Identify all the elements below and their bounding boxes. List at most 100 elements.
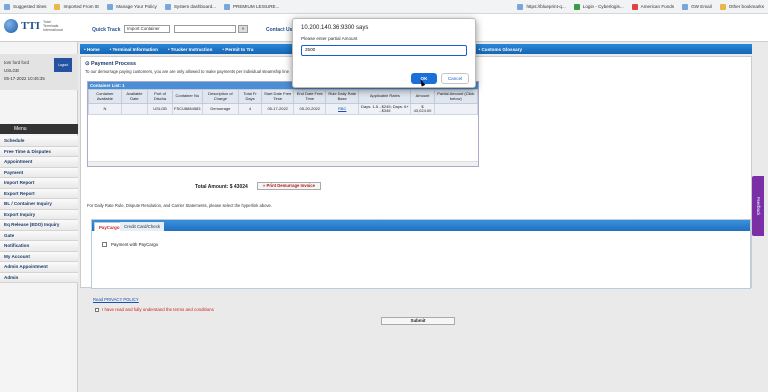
bookmark-blueprint[interactable]: https://blueprint-q... — [517, 3, 566, 10]
table-header-row: Container Available Available Date Port … — [88, 89, 478, 104]
bookmark-cyberlogistics[interactable]: Login - Cyberlogis... — [573, 3, 624, 10]
bookmark-premium-leisure[interactable]: PREMIUM LEISURE... — [223, 3, 280, 10]
nav-home[interactable]: • Home — [84, 47, 100, 52]
dialog-title: 10.200.140.36:9300 says — [301, 25, 369, 31]
cell-container-no: FSCU8884583 — [172, 103, 203, 115]
container-list: Container List: 1 Container Available Av… — [87, 81, 479, 167]
sidebar-item-free-time-disputes[interactable]: Free Time & Disputes — [0, 146, 78, 157]
nav-label: Permit to Tra — [225, 46, 254, 52]
tab-credit-card[interactable]: Credit Card/Check — [120, 222, 165, 231]
nav-permit[interactable]: • Permit to Tra — [222, 47, 253, 52]
col-rule-rate: Rule Daily Rate Base — [325, 89, 360, 104]
cell-partial-amount[interactable] — [433, 103, 478, 115]
sidebar-item-gate[interactable]: Gate — [0, 230, 78, 241]
sidebar-menu: Schedule Free Time & Disputes Appointmen… — [0, 136, 78, 283]
sidebar-item-import-report[interactable]: Import Report — [0, 178, 78, 189]
sidebar-item-payment[interactable]: Payment — [0, 167, 78, 178]
terms-agreement[interactable]: I have read and fully understand the ter… — [95, 307, 214, 312]
paycargo-option[interactable]: Payment with PayCargo — [102, 242, 158, 247]
bookmark-imported-from-ie[interactable]: Imported From IE — [54, 3, 99, 10]
sidebar-item-bl-container-inquiry[interactable]: BL / Container Inquiry — [0, 199, 78, 210]
bookmark-label: American Funds — [640, 4, 675, 9]
sidebar-item-my-account[interactable]: My Account — [0, 251, 78, 262]
col-partial-amount: Partial Amount (Click below) — [433, 89, 478, 104]
bookmark-label: PREMIUM LEISURE... — [232, 4, 280, 9]
bookmark-label: Login - Cyberlogis... — [582, 4, 624, 9]
prompt-dialog: 10.200.140.36:9300 says Please enter par… — [292, 18, 476, 88]
user-login-time: 05-17-2022 10:45:35 — [4, 76, 45, 81]
sidebar-item-export-inquiry[interactable]: Export Inquiry — [0, 209, 78, 220]
cell-available-date — [120, 103, 149, 115]
col-start-date: Start Date Free Time — [260, 89, 295, 104]
print-invoice-button[interactable]: » Print Demurrage Invoice — [257, 182, 321, 190]
sidebar-item-export-report[interactable]: Export Report — [0, 188, 78, 199]
col-applicable-rates: Applicable Rates — [358, 89, 412, 104]
folder-icon — [719, 3, 726, 10]
cell-rule-rate-link[interactable]: RBC — [325, 103, 360, 115]
terms-label: I have read and fully understand the ter… — [102, 307, 214, 312]
bookmark-label: Manage Your Policy — [116, 4, 157, 9]
bookmark-icon — [682, 3, 689, 10]
sidebar-item-notification[interactable]: Notification — [0, 241, 78, 252]
nav-customs-glossary[interactable]: • Customs Glossary — [479, 47, 522, 52]
paycargo-label: Payment with PayCargo — [111, 242, 159, 247]
bookmark-gw-email[interactable]: GW Email — [682, 3, 712, 10]
user-info: tom ford ford USLGB 05-17-2022 10:45:35 … — [0, 54, 78, 90]
bookmark-icon — [164, 3, 171, 10]
cancel-button[interactable]: Cancel — [441, 73, 469, 84]
sidebar-item-admin-appointment[interactable]: Admin Appointment — [0, 262, 78, 273]
nav-label: Customs Glossary — [481, 46, 523, 52]
bookmark-label: System dashboard... — [173, 4, 216, 9]
bookmark-system-dashboard[interactable]: System dashboard... — [164, 3, 216, 10]
cell-start-date: 05-17-2022 — [260, 103, 295, 115]
horizontal-scrollbar[interactable] — [88, 161, 478, 166]
quick-track-label: Quick Track — [92, 27, 121, 33]
nav-terminal-information[interactable]: • Terminal Information — [110, 47, 158, 52]
partial-amount-input[interactable]: 2500 — [301, 45, 467, 56]
privacy-policy-link[interactable]: Read PRIVACY POLICY — [93, 297, 139, 302]
paycargo-checkbox[interactable] — [102, 242, 107, 247]
bookmark-other[interactable]: Other bookmarks — [719, 3, 764, 10]
bookmark-label: Other bookmarks — [728, 4, 764, 9]
col-container-no: Container No — [172, 89, 203, 104]
sidebar-item-schedule[interactable]: Schedule — [0, 136, 78, 147]
sidebar-item-appointment[interactable]: Appointment — [0, 157, 78, 168]
cell-applicable-rates: Days: 1-5 - $245; Days: 6+ - $345 — [358, 103, 412, 115]
terms-checkbox[interactable] — [95, 307, 99, 312]
print-invoice-label: Print Demurrage Invoice — [266, 183, 315, 188]
nav-trucker-instruction[interactable]: • Trucker Instruction — [168, 47, 213, 52]
dialog-message: Please enter partial Amount — [301, 36, 358, 41]
payment-content: ⊙ Payment Process To our demurrage payin… — [80, 56, 752, 325]
quick-track-go-button[interactable]: » — [238, 25, 248, 33]
feedback-tab[interactable]: Feedback — [752, 176, 764, 236]
cell-amount: $ 43,024.00 — [410, 103, 435, 115]
cell-description: Demurrage — [201, 103, 240, 115]
logout-button[interactable]: Logout — [54, 58, 72, 72]
page: TTI Total Terminals International Quick … — [0, 14, 768, 392]
tti-logo[interactable]: TTI Total Terminals International — [4, 19, 65, 33]
submit-button[interactable]: Submit — [381, 317, 455, 325]
quick-track-input[interactable] — [174, 25, 236, 33]
nav-label: Home — [86, 46, 100, 52]
bookmark-manage-policy[interactable]: Manage Your Policy — [107, 3, 157, 10]
payment-tabs: PayCargo Credit Card/Check — [92, 220, 750, 231]
bookmark-american-funds[interactable]: American Funds — [631, 3, 675, 10]
bookmark-icon — [4, 3, 10, 10]
quick-track-select[interactable]: Import Container — [124, 25, 170, 33]
sidebar: tom ford ford USLGB 05-17-2022 10:45:35 … — [0, 42, 78, 392]
cell-port: USLGB — [147, 103, 174, 115]
col-end-date: End Date Free Time — [293, 89, 327, 104]
bookmark-label: Suggested Sites — [13, 4, 47, 9]
cell-end-date: 05-20-2022 — [293, 103, 327, 115]
nav-label: Trucker Instruction — [170, 46, 213, 52]
contact-us-link[interactable]: Contact Us — [266, 27, 292, 33]
bookmark-icon — [573, 3, 580, 10]
logo-text: TTI — [21, 20, 40, 32]
page-title-text: Payment Process — [91, 61, 136, 67]
sidebar-item-eq-release-inquiry[interactable]: Eq Release (EDO) Inquiry — [0, 220, 78, 231]
bookmark-suggested-sites[interactable]: Suggested Sites — [4, 3, 47, 10]
sidebar-item-admin[interactable]: Admin — [0, 272, 78, 283]
bookmark-label: https://blueprint-q... — [526, 4, 566, 9]
bookmarks-bar: Suggested Sites Imported From IE Manage … — [0, 0, 768, 14]
cell-available: N — [88, 103, 122, 115]
